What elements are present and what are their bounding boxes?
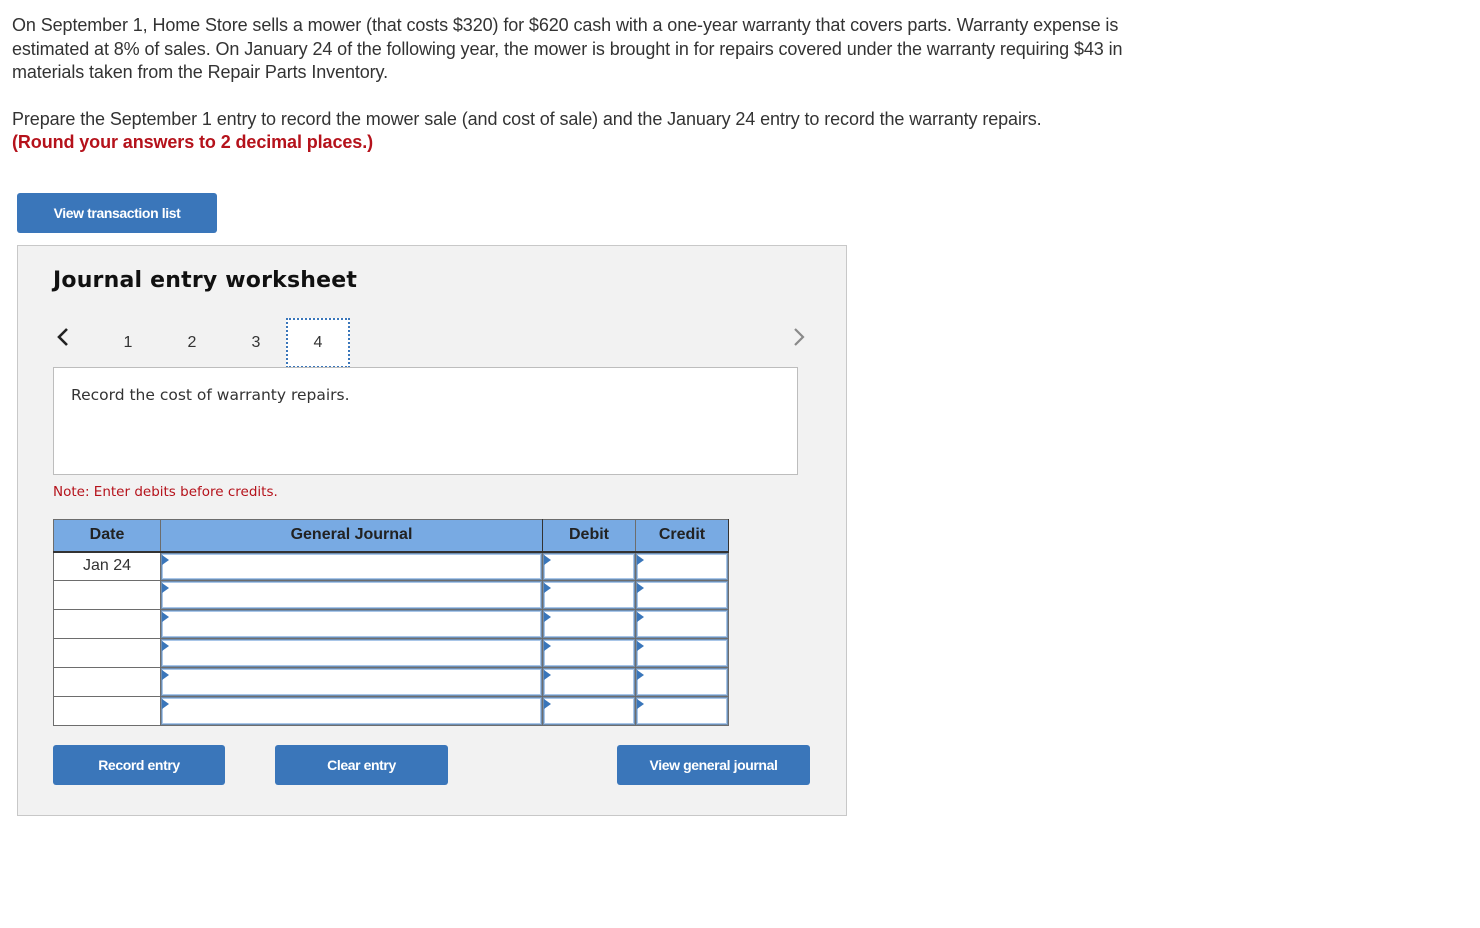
clear-entry-button[interactable]: Clear entry — [275, 745, 448, 785]
instructions-paragraph: Prepare the September 1 entry to record … — [12, 108, 1162, 155]
account-input[interactable] — [162, 698, 541, 724]
credit-input[interactable] — [637, 553, 727, 579]
date-cell — [53, 609, 161, 639]
date-cell — [53, 638, 161, 668]
entry-instruction-box: Record the cost of warranty repairs. — [53, 367, 798, 475]
credit-cell — [635, 638, 729, 668]
journal-body: Jan 24 — [53, 551, 729, 726]
view-general-journal-button[interactable]: View general journal — [617, 745, 810, 785]
problem-statement: On September 1, Home Store sells a mower… — [12, 14, 1162, 155]
instructions-text: Prepare the September 1 entry to record … — [12, 108, 1042, 129]
debit-cell — [542, 638, 636, 668]
chevron-right-icon — [794, 328, 805, 346]
chevron-left-icon — [57, 328, 68, 346]
credit-input[interactable] — [637, 582, 727, 608]
credit-cell — [635, 609, 729, 639]
credit-cell — [635, 696, 729, 726]
credit-input[interactable] — [637, 669, 727, 695]
page-tab-4[interactable]: 4 — [286, 318, 350, 368]
debit-cell — [542, 580, 636, 610]
column-header-debit: Debit — [542, 519, 636, 553]
debit-input[interactable] — [544, 553, 634, 579]
page-tab-2[interactable]: 2 — [160, 318, 224, 368]
date-cell — [53, 696, 161, 726]
page-number: 2 — [187, 334, 197, 351]
credit-input[interactable] — [637, 698, 727, 724]
page-number: 4 — [313, 334, 323, 351]
account-input[interactable] — [162, 640, 541, 666]
journal-row — [53, 638, 729, 668]
journal-row — [53, 609, 729, 639]
account-cell — [160, 609, 543, 639]
account-cell — [160, 638, 543, 668]
journal-table: Date General Journal Debit Credit Jan 24 — [53, 519, 729, 726]
journal-row: Jan 24 — [53, 551, 729, 581]
journal-row — [53, 580, 729, 610]
debit-input[interactable] — [544, 611, 634, 637]
column-header-credit: Credit — [635, 519, 729, 553]
page-number: 1 — [123, 334, 133, 351]
journal-row — [53, 667, 729, 697]
debit-input[interactable] — [544, 669, 634, 695]
journal-header-row: Date General Journal Debit Credit — [53, 519, 729, 553]
account-cell — [160, 667, 543, 697]
date-cell — [53, 580, 161, 610]
account-cell — [160, 696, 543, 726]
column-header-general-journal: General Journal — [160, 519, 543, 553]
page-tab-3[interactable]: 3 — [224, 318, 288, 368]
credit-cell — [635, 580, 729, 610]
journal-entry-worksheet: Journal entry worksheet 1 2 3 4 Record t… — [17, 245, 847, 816]
journal-row — [53, 696, 729, 726]
page-number: 3 — [251, 334, 261, 351]
date-cell — [53, 667, 161, 697]
debit-input[interactable] — [544, 640, 634, 666]
account-input[interactable] — [162, 553, 541, 579]
debit-input[interactable] — [544, 582, 634, 608]
credit-input[interactable] — [637, 611, 727, 637]
account-input[interactable] — [162, 611, 541, 637]
entry-instruction-text: Record the cost of warranty repairs. — [71, 386, 350, 404]
record-entry-button[interactable]: Record entry — [53, 745, 225, 785]
page-tab-1[interactable]: 1 — [96, 318, 160, 368]
debit-input[interactable] — [544, 698, 634, 724]
date-cell: Jan 24 — [53, 551, 161, 581]
column-header-date: Date — [53, 519, 161, 553]
debit-cell — [542, 609, 636, 639]
credit-cell — [635, 551, 729, 581]
debit-cell — [542, 696, 636, 726]
next-page-button[interactable] — [788, 324, 810, 350]
credit-input[interactable] — [637, 640, 727, 666]
problem-paragraph: On September 1, Home Store sells a mower… — [12, 15, 1123, 82]
account-cell — [160, 580, 543, 610]
previous-page-button[interactable] — [52, 324, 74, 350]
account-input[interactable] — [162, 669, 541, 695]
view-transaction-list-button[interactable]: View transaction list — [17, 193, 217, 233]
credit-cell — [635, 667, 729, 697]
rounding-note: (Round your answers to 2 decimal places.… — [12, 132, 373, 152]
account-input[interactable] — [162, 582, 541, 608]
debit-cell — [542, 551, 636, 581]
worksheet-title: Journal entry worksheet — [53, 268, 358, 293]
account-cell — [160, 551, 543, 581]
debits-before-credits-note: Note: Enter debits before credits. — [53, 484, 278, 500]
debit-cell — [542, 667, 636, 697]
